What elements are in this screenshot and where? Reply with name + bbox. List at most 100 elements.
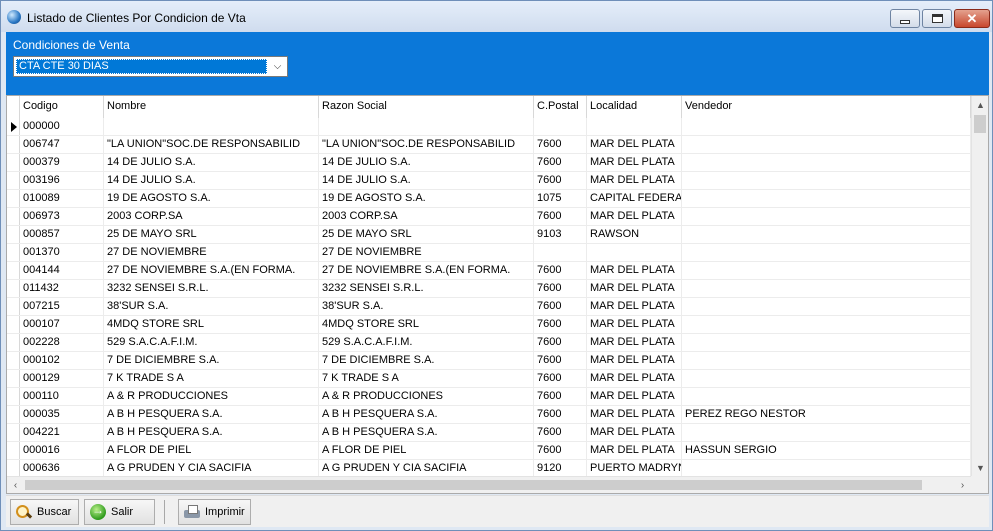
cell-nombre[interactable]: 14 DE JULIO S.A. <box>104 154 319 171</box>
cell-codigo[interactable]: 003196 <box>20 172 104 189</box>
column-header-codigo[interactable]: Codigo <box>20 96 104 118</box>
cell-vendedor[interactable] <box>682 208 971 225</box>
cell-vendedor[interactable]: HASSUN SERGIO <box>682 442 971 459</box>
column-header-localidad[interactable]: Localidad <box>587 96 682 118</box>
cell-nombre[interactable]: 7 K TRADE S A <box>104 370 319 387</box>
table-row[interactable]: 001370 27 DE NOVIEMBRE 27 DE NOVIEMBRE <box>7 244 971 262</box>
cell-nombre[interactable]: "LA UNION"SOC.DE RESPONSABILID <box>104 136 319 153</box>
row-indicator[interactable] <box>7 208 20 225</box>
row-indicator[interactable] <box>7 262 20 279</box>
cell-localidad[interactable]: RAWSON <box>587 226 682 243</box>
cell-vendedor[interactable] <box>682 316 971 333</box>
cell-codigo[interactable]: 002228 <box>20 334 104 351</box>
cell-codigo[interactable]: 004221 <box>20 424 104 441</box>
row-indicator[interactable] <box>7 190 20 207</box>
cell-vendedor[interactable] <box>682 370 971 387</box>
cell-vendedor[interactable] <box>682 154 971 171</box>
cell-cpostal[interactable]: 7600 <box>534 262 587 279</box>
cell-razon-social[interactable]: 2003 CORP.SA <box>319 208 534 225</box>
row-indicator[interactable] <box>7 172 20 189</box>
maximize-button[interactable] <box>922 9 952 28</box>
cell-codigo[interactable]: 000379 <box>20 154 104 171</box>
table-row[interactable]: 002228 529 S.A.C.A.F.I.M. 529 S.A.C.A.F.I.… <box>7 334 971 352</box>
buscar-button[interactable]: Buscar <box>10 499 79 525</box>
cell-vendedor[interactable] <box>682 244 971 261</box>
cell-razon-social[interactable]: 4MDQ STORE SRL <box>319 316 534 333</box>
cell-cpostal[interactable]: 7600 <box>534 442 587 459</box>
row-indicator[interactable] <box>7 154 20 171</box>
table-row[interactable]: 004221 A B H PESQUERA S.A. A B H PESQUERA … <box>7 424 971 442</box>
cell-nombre[interactable]: A FLOR DE PIEL <box>104 442 319 459</box>
row-indicator[interactable] <box>7 244 20 261</box>
row-indicator[interactable] <box>7 388 20 405</box>
cell-cpostal[interactable]: 7600 <box>534 352 587 369</box>
cell-localidad[interactable]: PUERTO MADRYN <box>587 460 682 477</box>
row-indicator[interactable] <box>7 406 20 423</box>
cell-cpostal[interactable]: 7600 <box>534 370 587 387</box>
scroll-left-icon[interactable]: ‹ <box>7 477 24 493</box>
cell-razon-social[interactable]: "LA UNION"SOC.DE RESPONSABILID <box>319 136 534 153</box>
scroll-right-icon[interactable]: › <box>954 477 971 493</box>
cell-localidad[interactable]: CAPITAL FEDERA <box>587 190 682 207</box>
cell-vendedor[interactable] <box>682 424 971 441</box>
cell-vendedor[interactable] <box>682 334 971 351</box>
cell-cpostal[interactable]: 1075 <box>534 190 587 207</box>
table-row[interactable]: 000102 7 DE DICIEMBRE S.A. 7 DE DICIEMBRE … <box>7 352 971 370</box>
cell-localidad[interactable]: MAR DEL PLATA <box>587 370 682 387</box>
cell-cpostal[interactable]: 7600 <box>534 172 587 189</box>
cell-razon-social[interactable]: A & R PRODUCCIONES <box>319 388 534 405</box>
cell-razon-social[interactable]: A FLOR DE PIEL <box>319 442 534 459</box>
row-indicator[interactable] <box>7 424 20 441</box>
condicion-venta-select[interactable]: CTA CTE 30 DIAS ⌵ <box>13 56 288 77</box>
cell-codigo[interactable]: 007215 <box>20 298 104 315</box>
cell-codigo[interactable]: 010089 <box>20 190 104 207</box>
cell-razon-social[interactable]: 27 DE NOVIEMBRE <box>319 244 534 261</box>
cell-razon-social[interactable]: 14 DE JULIO S.A. <box>319 154 534 171</box>
table-row[interactable]: 010089 19 DE AGOSTO S.A. 19 DE AGOSTO S.A.… <box>7 190 971 208</box>
cell-vendedor[interactable] <box>682 226 971 243</box>
table-row[interactable]: 011432 3232 SENSEI S.R.L. 3232 SENSEI S.R.… <box>7 280 971 298</box>
cell-vendedor[interactable] <box>682 172 971 189</box>
imprimir-button[interactable]: Imprimir <box>178 499 251 525</box>
clients-grid[interactable]: Codigo Nombre Razon Social C.Postal Loca… <box>6 95 989 494</box>
table-row[interactable]: 000016 A FLOR DE PIEL A FLOR DE PIEL 7600 MA… <box>7 442 971 460</box>
cell-codigo[interactable]: 000636 <box>20 460 104 477</box>
cell-localidad[interactable]: MAR DEL PLATA <box>587 172 682 189</box>
cell-codigo[interactable]: 001370 <box>20 244 104 261</box>
cell-vendedor[interactable] <box>682 388 971 405</box>
row-indicator[interactable] <box>7 370 20 387</box>
cell-codigo[interactable]: 000102 <box>20 352 104 369</box>
cell-cpostal[interactable]: 7600 <box>534 280 587 297</box>
cell-vendedor[interactable] <box>682 136 971 153</box>
cell-localidad[interactable]: MAR DEL PLATA <box>587 388 682 405</box>
cell-nombre[interactable]: 2003 CORP.SA <box>104 208 319 225</box>
cell-vendedor[interactable] <box>682 460 971 477</box>
cell-vendedor[interactable] <box>682 190 971 207</box>
cell-localidad[interactable]: MAR DEL PLATA <box>587 298 682 315</box>
cell-razon-social[interactable]: 14 DE JULIO S.A. <box>319 172 534 189</box>
cell-nombre[interactable]: 27 DE NOVIEMBRE S.A.(EN FORMA. <box>104 262 319 279</box>
cell-razon-social[interactable] <box>319 118 534 135</box>
table-row[interactable]: 000857 25 DE MAYO SRL 25 DE MAYO SRL 9103 RA… <box>7 226 971 244</box>
cell-codigo[interactable]: 006747 <box>20 136 104 153</box>
cell-cpostal[interactable]: 9120 <box>534 460 587 477</box>
cell-nombre[interactable]: 27 DE NOVIEMBRE <box>104 244 319 261</box>
cell-cpostal[interactable]: 7600 <box>534 406 587 423</box>
column-header-cpostal[interactable]: C.Postal <box>534 96 587 118</box>
cell-razon-social[interactable]: 7 K TRADE S A <box>319 370 534 387</box>
cell-cpostal[interactable]: 7600 <box>534 424 587 441</box>
cell-nombre[interactable]: 529 S.A.C.A.F.I.M. <box>104 334 319 351</box>
table-row[interactable]: 000107 4MDQ STORE SRL 4MDQ STORE SRL 7600 MA… <box>7 316 971 334</box>
vertical-scroll-thumb[interactable] <box>974 115 986 133</box>
cell-localidad[interactable]: MAR DEL PLATA <box>587 154 682 171</box>
cell-codigo[interactable]: 004144 <box>20 262 104 279</box>
row-indicator[interactable] <box>7 352 20 369</box>
cell-codigo[interactable]: 006973 <box>20 208 104 225</box>
cell-nombre[interactable]: 38'SUR S.A. <box>104 298 319 315</box>
cell-vendedor[interactable] <box>682 352 971 369</box>
cell-codigo[interactable]: 000857 <box>20 226 104 243</box>
cell-codigo[interactable]: 000110 <box>20 388 104 405</box>
cell-razon-social[interactable]: 27 DE NOVIEMBRE S.A.(EN FORMA. <box>319 262 534 279</box>
cell-localidad[interactable]: MAR DEL PLATA <box>587 136 682 153</box>
scroll-up-icon[interactable]: ▲ <box>972 96 988 113</box>
